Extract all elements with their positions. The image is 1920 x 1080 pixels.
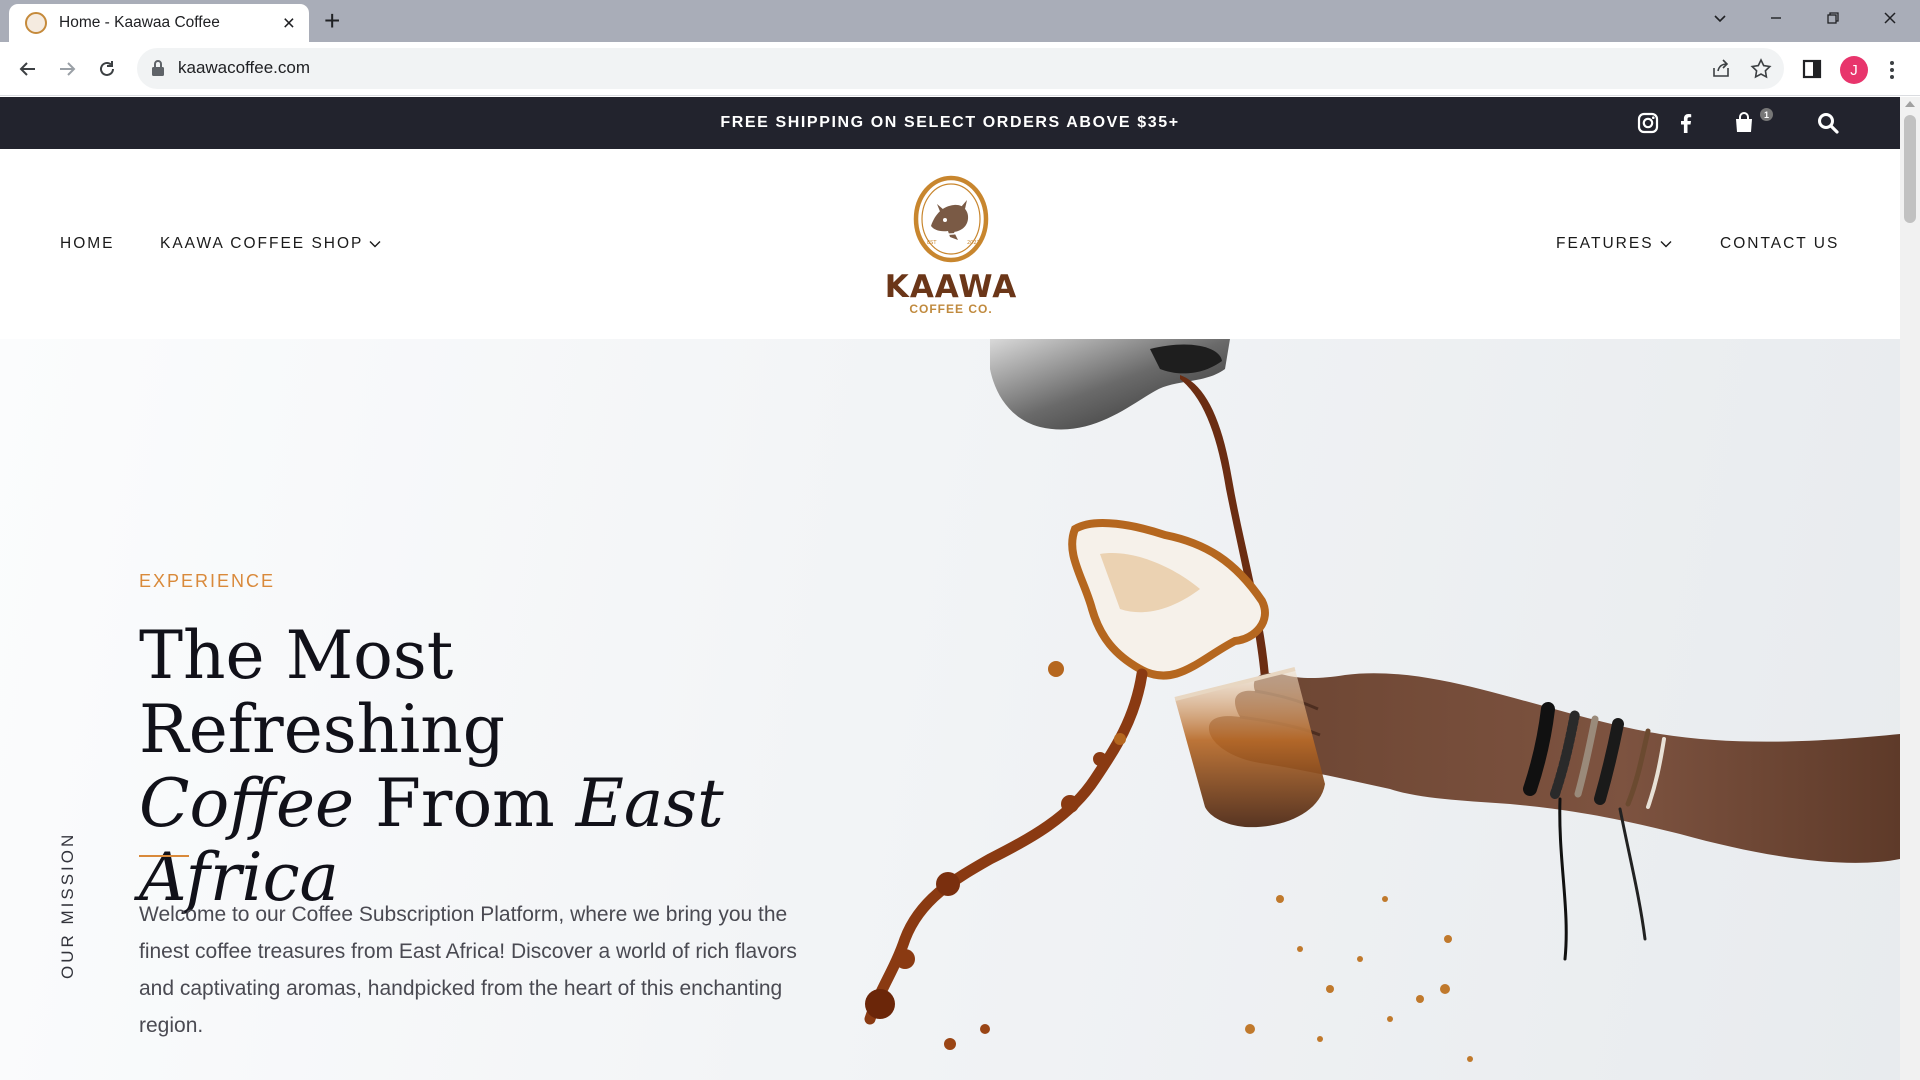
hero-description: Welcome to our Coffee Subscription Platf… bbox=[139, 903, 797, 1037]
hero-headline-from: From bbox=[354, 765, 576, 842]
bookmark-star-icon[interactable] bbox=[1748, 56, 1774, 82]
chevron-down-icon bbox=[1660, 241, 1672, 248]
cart-count-badge: 1 bbox=[1760, 108, 1773, 121]
side-panel-icon[interactable] bbox=[1798, 55, 1826, 83]
facebook-icon[interactable] bbox=[1674, 111, 1698, 135]
nav-coffee-shop-label: KAAWA COFFEE SHOP bbox=[160, 235, 364, 252]
announcement-bar: FREE SHIPPING ON SELECT ORDERS ABOVE $35… bbox=[0, 97, 1900, 149]
search-icon[interactable] bbox=[1816, 111, 1840, 135]
nav-features-label: FEATURES bbox=[1556, 235, 1654, 252]
shipping-message: FREE SHIPPING ON SELECT ORDERS ABOVE $35… bbox=[720, 114, 1180, 131]
logo-est: EST bbox=[927, 240, 937, 246]
reload-icon[interactable] bbox=[91, 53, 123, 85]
logo-subtitle: COFFEE CO. bbox=[909, 302, 993, 316]
forward-arrow-icon[interactable] bbox=[51, 53, 83, 85]
address-bar[interactable]: kaawacoffee.com bbox=[137, 48, 1784, 89]
shopping-bag-icon[interactable] bbox=[1732, 111, 1756, 135]
nav-home-label: HOME bbox=[60, 235, 115, 252]
site-favicon-icon bbox=[25, 12, 47, 34]
nav-features[interactable]: FEATURES bbox=[1556, 235, 1672, 253]
nav-contact-us[interactable]: CONTACT US bbox=[1720, 235, 1839, 253]
web-page: FREE SHIPPING ON SELECT ORDERS ABOVE $35… bbox=[0, 97, 1900, 1080]
tab-title: Home - Kaawaa Coffee bbox=[59, 14, 220, 31]
minimize-icon[interactable] bbox=[1756, 4, 1796, 34]
browser-tab[interactable]: Home - Kaawaa Coffee × bbox=[9, 4, 309, 42]
new-tab-button[interactable]: + bbox=[324, 6, 340, 36]
logo-emblem-icon: EST 2022 bbox=[913, 175, 989, 263]
instagram-icon[interactable] bbox=[1636, 111, 1660, 135]
lock-icon bbox=[152, 60, 164, 76]
chevron-down-icon bbox=[369, 241, 381, 248]
logo-year: 2022 bbox=[967, 240, 980, 246]
browser-tab-strip: Home - Kaawaa Coffee × + bbox=[0, 0, 1920, 42]
hero-headline-line-1: The Most Refreshing bbox=[139, 617, 506, 768]
site-header: HOME KAAWA COFFEE SHOP EST 2022 KAAWA CO… bbox=[0, 149, 1900, 339]
nav-coffee-shop[interactable]: KAAWA COFFEE SHOP bbox=[160, 235, 381, 253]
tab-close-icon[interactable]: × bbox=[283, 13, 295, 34]
hero-eyebrow: EXPERIENCE bbox=[139, 571, 276, 591]
restore-icon[interactable] bbox=[1813, 4, 1853, 34]
close-window-icon[interactable] bbox=[1870, 4, 1910, 34]
profile-avatar[interactable]: J bbox=[1840, 56, 1868, 84]
kaawa-logo[interactable]: EST 2022 KAAWA COFFEE CO. bbox=[883, 174, 1019, 316]
hero-headline: The Most Refreshing Coffee From East Afr… bbox=[139, 619, 839, 915]
logo-wordmark: KAAWA bbox=[884, 269, 1018, 305]
nav-home[interactable]: HOME bbox=[60, 235, 115, 253]
share-icon[interactable] bbox=[1708, 56, 1734, 82]
our-mission-label: OUR MISSION bbox=[58, 831, 77, 979]
url-text: kaawacoffee.com bbox=[178, 58, 310, 77]
scroll-up-arrow-icon[interactable] bbox=[1905, 101, 1915, 107]
browser-toolbar: kaawacoffee.com bbox=[0, 42, 1920, 96]
page-scrollbar[interactable] bbox=[1900, 97, 1920, 1080]
scrollbar-thumb[interactable] bbox=[1904, 115, 1916, 223]
back-arrow-icon[interactable] bbox=[12, 53, 44, 85]
nav-contact-us-label: CONTACT US bbox=[1720, 235, 1840, 252]
hero-headline-east: East bbox=[575, 765, 724, 842]
hero-divider bbox=[139, 855, 189, 857]
hero-headline-coffee: Coffee bbox=[139, 765, 355, 842]
tab-search-icon[interactable] bbox=[1700, 4, 1740, 34]
browser-menu-icon[interactable] bbox=[1886, 56, 1898, 84]
hero-section: EXPERIENCE The Most Refreshing Coffee Fr… bbox=[0, 339, 1900, 1080]
